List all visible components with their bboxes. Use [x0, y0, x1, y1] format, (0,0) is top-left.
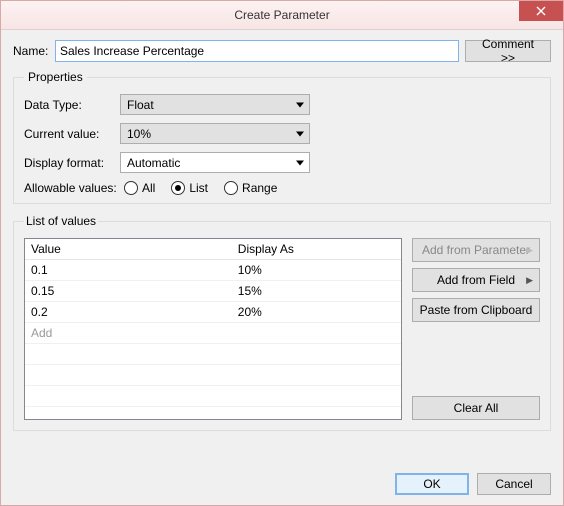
grid-header: Value Display As — [25, 239, 401, 260]
header-value: Value — [25, 242, 232, 256]
current-value-select[interactable]: 10% — [120, 123, 310, 144]
table-row-empty — [25, 386, 401, 407]
clear-all-button[interactable]: Clear All — [412, 396, 540, 420]
titlebar: Create Parameter — [1, 1, 563, 30]
radio-range[interactable]: Range — [224, 181, 277, 195]
ok-button[interactable]: OK — [395, 473, 469, 495]
add-placeholder: Add — [25, 326, 232, 340]
table-row[interactable]: 0.15 15% — [25, 281, 401, 302]
table-row-empty — [25, 365, 401, 386]
close-button[interactable] — [519, 1, 563, 21]
properties-legend: Properties — [24, 70, 87, 84]
paste-from-clipboard-button[interactable]: Paste from Clipboard — [412, 298, 540, 322]
display-format-label: Display format: — [24, 156, 120, 170]
table-row-empty — [25, 344, 401, 365]
chevron-down-icon — [296, 131, 304, 136]
table-row[interactable]: 0.2 20% — [25, 302, 401, 323]
cell-value: 0.2 — [25, 305, 232, 319]
button-label: Clear All — [454, 401, 499, 415]
chevron-down-icon — [296, 160, 304, 165]
cell-value: 0.15 — [25, 284, 232, 298]
button-label: Paste from Clipboard — [420, 303, 533, 317]
cell-display: 20% — [232, 305, 401, 319]
table-row[interactable]: 0.1 10% — [25, 260, 401, 281]
radio-list[interactable]: List — [171, 181, 208, 195]
radio-icon — [124, 181, 138, 195]
button-label: Add from Parameter — [422, 243, 530, 257]
close-icon — [536, 6, 546, 16]
allowable-radio-group: All List Range — [124, 181, 277, 195]
data-type-select[interactable]: Float — [120, 94, 310, 115]
radio-range-label: Range — [242, 181, 277, 195]
current-value-value: 10% — [127, 127, 151, 141]
button-label: Add from Field — [437, 273, 515, 287]
data-type-value: Float — [127, 98, 154, 112]
cell-display: 10% — [232, 263, 401, 277]
add-from-parameter-button[interactable]: Add from Parameter ▶ — [412, 238, 540, 262]
allowable-label: Allowable values: — [24, 181, 124, 195]
values-grid[interactable]: Value Display As 0.1 10% 0.15 15% 0.2 20… — [24, 238, 402, 420]
triangle-right-icon: ▶ — [526, 275, 533, 286]
radio-icon — [171, 181, 185, 195]
data-type-label: Data Type: — [24, 98, 120, 112]
list-of-values-group: List of values Value Display As 0.1 10% … — [13, 214, 551, 431]
table-row-empty — [25, 407, 401, 420]
window-title: Create Parameter — [234, 8, 329, 22]
comment-button[interactable]: Comment >> — [465, 40, 551, 62]
properties-group: Properties Data Type: Float Current valu… — [13, 70, 551, 204]
dialog-footer: OK Cancel — [395, 473, 551, 495]
table-row-add[interactable]: Add — [25, 323, 401, 344]
cancel-button[interactable]: Cancel — [477, 473, 551, 495]
add-from-field-button[interactable]: Add from Field ▶ — [412, 268, 540, 292]
radio-all-label: All — [142, 181, 155, 195]
display-format-value: Automatic — [127, 156, 180, 170]
name-input[interactable] — [55, 40, 459, 62]
cell-value: 0.1 — [25, 263, 232, 277]
create-parameter-dialog: Create Parameter Name: Comment >> Proper… — [0, 0, 564, 506]
name-label: Name: — [13, 44, 55, 58]
radio-icon — [224, 181, 238, 195]
radio-all[interactable]: All — [124, 181, 155, 195]
current-value-label: Current value: — [24, 127, 120, 141]
cell-display: 15% — [232, 284, 401, 298]
chevron-down-icon — [296, 102, 304, 107]
triangle-right-icon: ▶ — [526, 245, 533, 256]
list-of-values-legend: List of values — [24, 214, 98, 228]
radio-list-label: List — [189, 181, 208, 195]
display-format-select[interactable]: Automatic — [120, 152, 310, 173]
header-display: Display As — [232, 242, 401, 256]
